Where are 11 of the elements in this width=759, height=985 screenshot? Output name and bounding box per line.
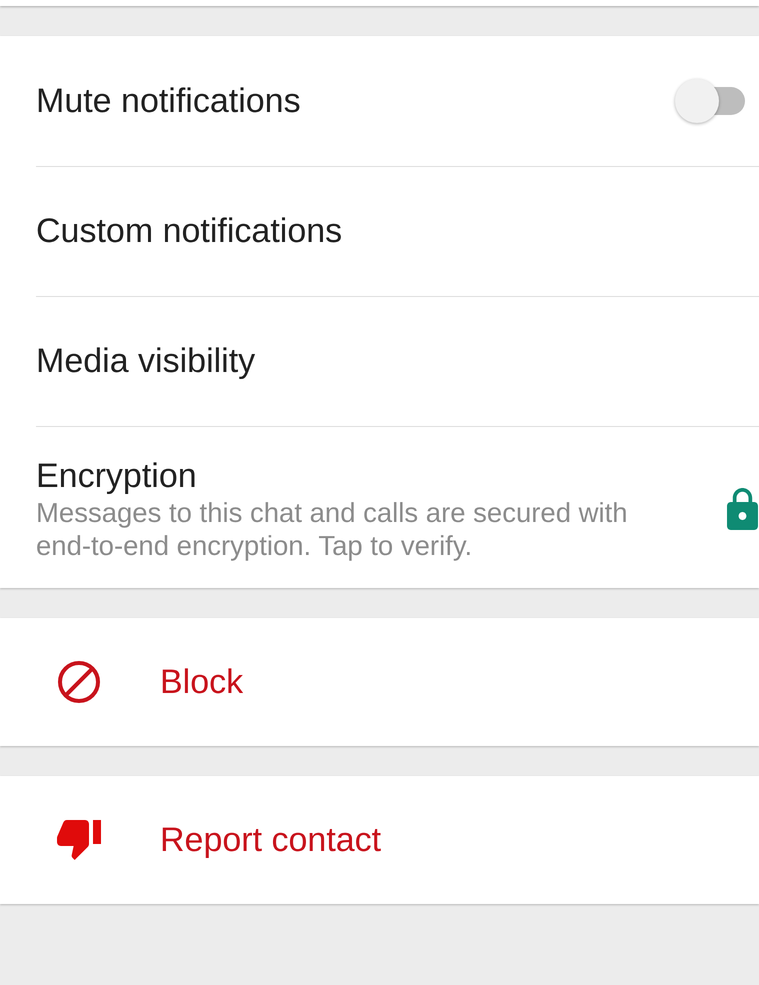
thumbs-down-icon [57, 818, 101, 862]
lock-icon [727, 488, 758, 530]
action-label[interactable]: Block [160, 662, 244, 702]
block-icon [57, 660, 101, 704]
setting-label[interactable]: Custom notifications [36, 211, 342, 251]
setting-description: Messages to this chat and calls are secured with end-to-end encryption. Tap to verify. [36, 496, 629, 562]
setting-label[interactable]: Media visibility [36, 341, 256, 381]
setting-label[interactable]: Encryption [36, 456, 197, 496]
toggle-switch[interactable] [675, 79, 745, 123]
action-label[interactable]: Report contact [160, 820, 382, 860]
setting-label[interactable]: Mute notifications [36, 81, 301, 121]
